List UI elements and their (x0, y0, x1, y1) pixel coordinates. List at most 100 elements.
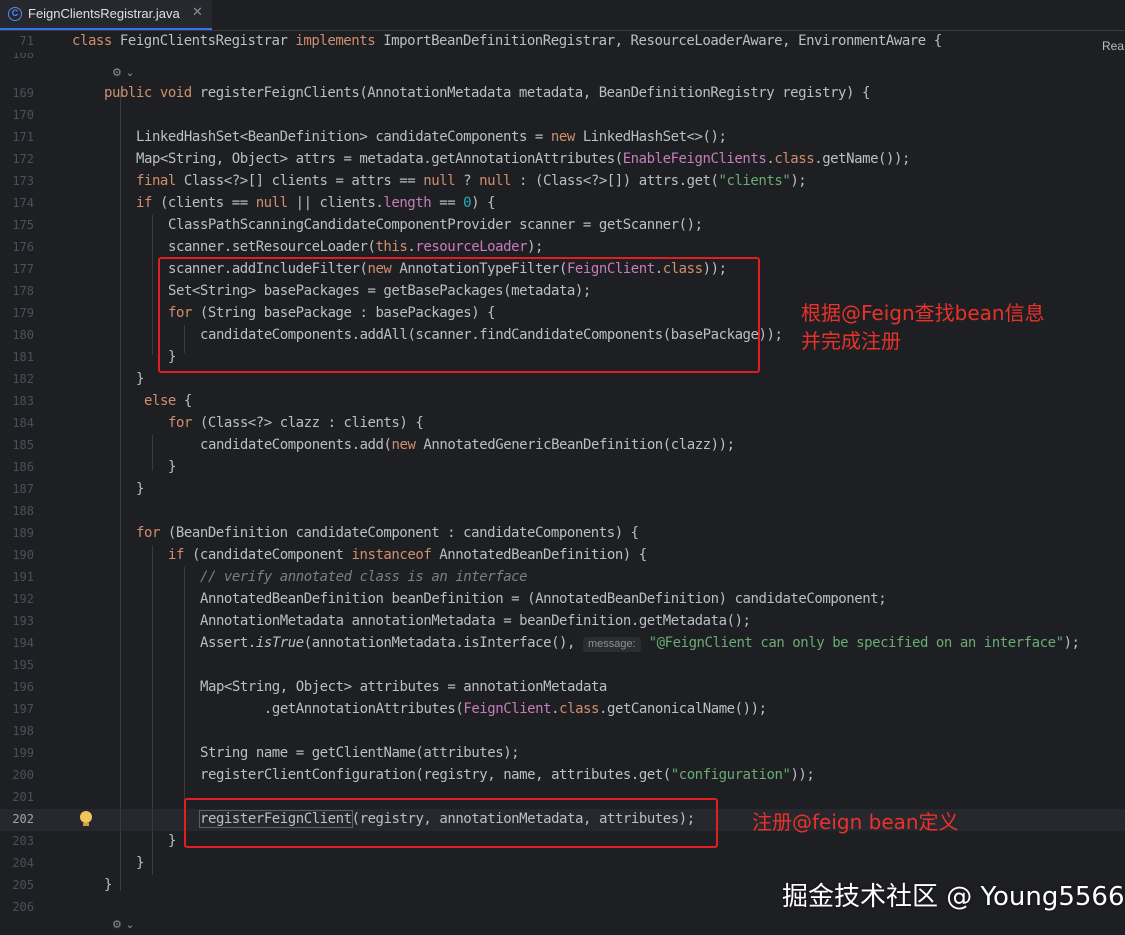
line-number: 187 (12, 482, 34, 496)
close-icon[interactable]: ✕ (192, 5, 203, 20)
code-line[interactable]: 175 ClassPathScanningCandidateComponentPr… (0, 215, 1125, 237)
code-line[interactable]: 193 AnnotationMetadata annotationMetadata… (0, 611, 1125, 633)
watermark: 掘金技术社区 @ Young5566 (782, 882, 1125, 912)
line-number: 182 (12, 372, 34, 386)
code-line[interactable]: 185 candidateComponents.add(new Annotated… (0, 435, 1125, 457)
code-token: this (375, 239, 408, 255)
code-text: LinkedHashSet<BeanDefinition> candidateC… (136, 129, 727, 145)
line-number: 201 (12, 790, 34, 804)
code-token: ? (463, 173, 480, 189)
line-number: 202 (12, 812, 34, 826)
code-line[interactable]: 172 Map<String, Object> attrs = metadata.… (0, 149, 1125, 171)
annotation-box-scan (158, 257, 760, 373)
reader-mode-toggle[interactable]: Rea (1102, 39, 1124, 53)
code-line[interactable]: 170 (0, 105, 1125, 127)
code-token: Map<String, Object> attrs = metadata.get… (136, 151, 623, 167)
code-line[interactable]: 200 registerClientConfiguration(registry,… (0, 765, 1125, 787)
code-text: AnnotatedBeanDefinition beanDefinition =… (200, 591, 887, 607)
line-number: 191 (12, 570, 34, 584)
code-line[interactable]: 195 (0, 655, 1125, 677)
code-token: AnnotationMetadata annotationMetadata = … (200, 613, 751, 629)
code-line[interactable]: 198 (0, 721, 1125, 743)
code-token: candidateComponents.add( (200, 437, 392, 453)
code-line[interactable]: 191 // verify annotated class is an inter… (0, 567, 1125, 589)
lightbulb-icon[interactable] (80, 811, 92, 826)
indent-guide (152, 545, 153, 875)
code-token: scanner.setResourceLoader( (168, 239, 376, 255)
code-text: final Class<?>[] clients = attrs == null… (136, 173, 807, 189)
code-line[interactable]: 173 final Class<?>[] clients = attrs == n… (0, 171, 1125, 193)
code-token: AnnotatedBeanDefinition beanDefinition =… (200, 591, 887, 607)
line-number: 204 (12, 856, 34, 870)
code-token: if (136, 195, 160, 211)
line-number: 194 (12, 636, 34, 650)
code-text: candidateComponents.add(new AnnotatedGen… (200, 437, 735, 453)
code-token: ); (1063, 635, 1080, 651)
code-token: "@FeignClient can only be specified on a… (640, 635, 1064, 651)
code-token: null (479, 173, 520, 189)
code-line[interactable]: 196 Map<String, Object> attributes = anno… (0, 677, 1125, 699)
code-token: ); (790, 173, 807, 189)
code-line[interactable]: 169 public void registerFeignClients(Anno… (0, 83, 1125, 105)
code-line[interactable]: 192 AnnotatedBeanDefinition beanDefinitio… (0, 589, 1125, 611)
code-text: else { (144, 393, 192, 409)
code-line[interactable]: 171 LinkedHashSet<BeanDefinition> candida… (0, 127, 1125, 149)
code-text: Assert.isTrue(annotationMetadata.isInter… (200, 635, 1080, 652)
code-line[interactable]: 186} (0, 457, 1125, 479)
code-line[interactable]: 168 (0, 53, 1125, 65)
line-number: 190 (12, 548, 34, 562)
code-token: new (391, 437, 424, 453)
line-number: 184 (12, 416, 34, 430)
code-text: // verify annotated class is an interfac… (200, 569, 528, 585)
code-token: (annotationMetadata.isInterface(), (303, 635, 583, 651)
code-text: Map<String, Object> attributes = annotat… (200, 679, 607, 695)
code-line[interactable]: 204} (0, 853, 1125, 875)
line-number: 199 (12, 746, 34, 760)
code-line[interactable]: 197 .getAnnotationAttributes(FeignClient… (0, 699, 1125, 721)
code-text: for (BeanDefinition candidateComponent :… (136, 525, 639, 541)
code-token: .getCanonicalName()); (599, 701, 767, 717)
code-token: implements (295, 33, 384, 49)
fold-toggle-icon[interactable]: ⚙ ⌄ (112, 66, 135, 79)
code-line[interactable]: 194 Assert.isTrue(annotationMetadata.isIn… (0, 633, 1125, 655)
code-token: "clients" (718, 173, 791, 189)
tab-feignclientsregistrar[interactable]: C FeignClientsRegistrar.java ✕ (0, 0, 212, 30)
line-number: 185 (12, 438, 34, 452)
code-line[interactable]: 71 class FeignClientsRegistrar implements… (0, 31, 1125, 53)
code-token: . (551, 701, 560, 717)
code-token: class (559, 701, 600, 717)
code-token: class (72, 33, 120, 49)
code-line[interactable]: 174 if (clients == null || clients.length… (0, 193, 1125, 215)
code-line[interactable]: 188 (0, 501, 1125, 523)
code-token: (AnnotationMetadata metadata, BeanDefini… (359, 85, 870, 101)
code-token: class (774, 151, 815, 167)
code-token: registerClientConfiguration(registry, na… (200, 767, 671, 783)
code-line[interactable]: 176 scanner.setResourceLoader(this.resour… (0, 237, 1125, 259)
code-line[interactable]: 183 else { (0, 391, 1125, 413)
line-number: 193 (12, 614, 34, 628)
code-token: ) { (471, 195, 496, 211)
line-number: 71 (19, 34, 34, 48)
code-line[interactable]: 184 for (Class<?> clazz : clients) { (0, 413, 1125, 435)
code-token: Assert. (200, 635, 256, 651)
parameter-hint: message: (583, 637, 641, 652)
line-number: 203 (12, 834, 34, 848)
code-editor[interactable]: 71 class FeignClientsRegistrar implements… (0, 31, 1125, 935)
code-text: scanner.setResourceLoader(this.resourceL… (168, 239, 543, 255)
code-token: } (168, 833, 176, 849)
code-line[interactable]: 187} (0, 479, 1125, 501)
code-line[interactable]: 190 if (candidateComponent instanceof Ann… (0, 545, 1125, 567)
code-line[interactable]: 199 String name = getClientName(attribute… (0, 743, 1125, 765)
code-token: Class<?>[] clients = attrs == (183, 173, 424, 189)
line-number: 205 (12, 878, 34, 892)
line-number: 183 (12, 394, 34, 408)
line-number: 174 (12, 196, 34, 210)
code-text: } (104, 877, 112, 893)
annotation-text-scan-line1: 根据@Feign查找bean信息 (801, 301, 1045, 325)
code-token: instanceof (351, 547, 440, 563)
fold-toggle-icon[interactable]: ⚙ ⌄ (112, 918, 135, 931)
annotation-box-register (184, 798, 718, 848)
indent-guide (184, 567, 185, 837)
code-token: ); (527, 239, 544, 255)
code-line[interactable]: 189 for (BeanDefinition candidateComponen… (0, 523, 1125, 545)
